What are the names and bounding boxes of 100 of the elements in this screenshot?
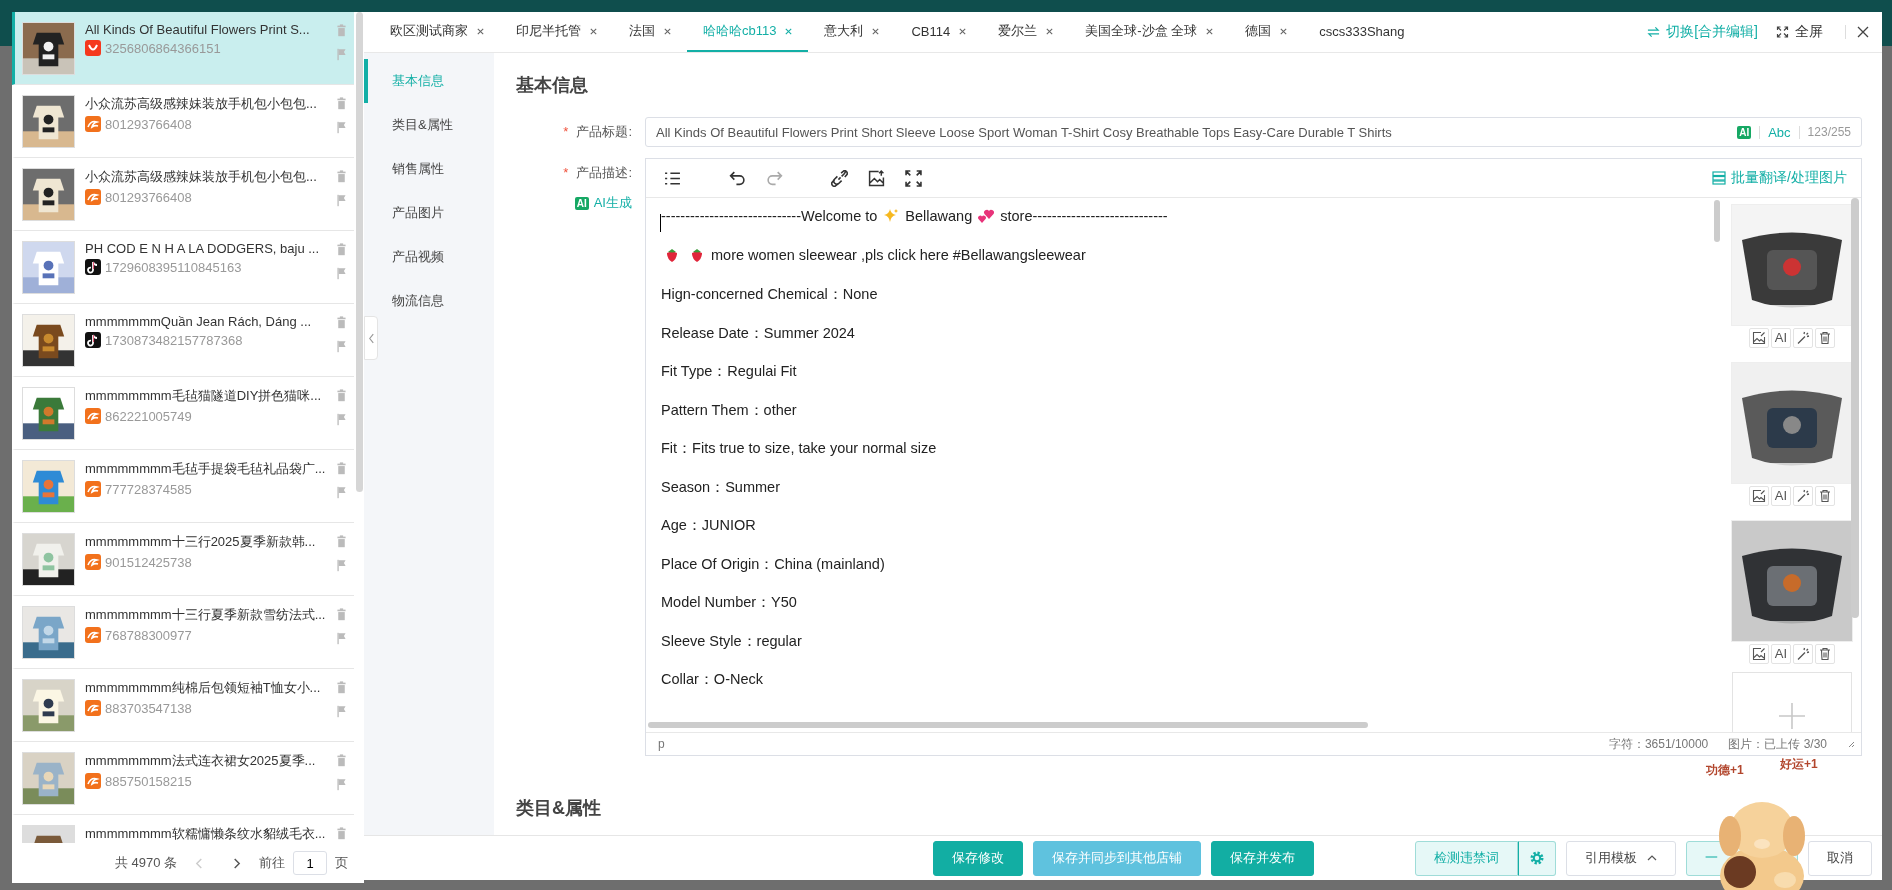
section-nav-item[interactable]: 类目&属性: [364, 103, 494, 147]
ai-button[interactable]: AI: [1770, 486, 1792, 506]
next-page-icon[interactable]: [232, 856, 241, 870]
flag-icon[interactable]: [335, 705, 348, 718]
store-tab[interactable]: 意大利: [808, 12, 896, 52]
scrollbar[interactable]: [648, 722, 1368, 728]
image-edit-icon[interactable]: [1748, 328, 1769, 348]
sticker-text: 功德+1: [1706, 762, 1744, 779]
product-id: 801293766408: [105, 116, 192, 132]
close-icon[interactable]: [1205, 26, 1215, 36]
list-icon[interactable]: [664, 169, 681, 187]
ai-button[interactable]: AI: [1770, 644, 1792, 664]
field-label: 产品标题:: [576, 124, 632, 139]
scrollbar[interactable]: [356, 12, 363, 492]
chevron-left-icon: [367, 332, 375, 344]
scrollbar[interactable]: [1714, 200, 1720, 242]
product-title: All Kinds Of Beautiful Flowers Print S...: [85, 22, 311, 37]
product-list-item[interactable]: 小众流苏高级感辣妹装放手机包小包包... 801293766408: [12, 158, 354, 231]
trash-icon[interactable]: [1815, 328, 1836, 348]
collapse-handle[interactable]: [364, 316, 378, 360]
paragraph-text: Age：JUNIOR: [661, 516, 756, 535]
character-counter: 123/255: [1807, 125, 1851, 139]
flag-icon[interactable]: [335, 48, 348, 61]
close-icon[interactable]: [476, 26, 485, 36]
flag-icon[interactable]: [335, 194, 348, 207]
paragraph-text: Release Date：Summer 2024: [661, 323, 855, 343]
required-mark: *: [563, 124, 569, 139]
resize-grip-icon[interactable]: [1847, 740, 1855, 748]
section-title: 基本信息: [516, 74, 589, 97]
flag-icon[interactable]: [335, 267, 348, 280]
product-list-item[interactable]: mmmmmmmm毛毡手提袋毛毡礼品袋广... 777728374585: [12, 450, 354, 523]
stack-icon: [1712, 171, 1727, 185]
product-list-item[interactable]: PH COD E N H A LA DODGERS, baju ... 1729608395110845163: [12, 231, 354, 304]
music-note-icon: [85, 259, 101, 275]
paragraph-text: Place Of Origin：China (mainland): [661, 554, 885, 574]
product-id: 862221005749: [105, 408, 192, 424]
store-tab[interactable]: 欧区测试商家: [374, 12, 500, 52]
close-icon[interactable]: [958, 26, 968, 36]
undo-icon[interactable]: [729, 169, 746, 187]
store-tab[interactable]: 印尼半托管: [500, 12, 613, 52]
paragraph-text: Pattern Them：other: [661, 400, 797, 420]
store-tab[interactable]: 德国: [1229, 12, 1304, 52]
trash-icon[interactable]: [1815, 644, 1836, 664]
flag-icon[interactable]: [335, 340, 348, 353]
flag-icon[interactable]: [335, 559, 348, 572]
product-list-item[interactable]: mmmmmmmm十三行2025夏季新款韩... 901512425738: [12, 523, 354, 596]
close-icon[interactable]: [871, 26, 881, 36]
magic-wand-icon[interactable]: [1793, 328, 1814, 348]
close-icon[interactable]: [589, 26, 598, 36]
image-upload-icon[interactable]: [868, 169, 885, 187]
cancel-button[interactable]: 取消: [1808, 840, 1872, 876]
flag-icon[interactable]: [335, 632, 348, 645]
template-dropdown[interactable]: 引用模板: [1566, 840, 1676, 876]
store-tab[interactable]: cscs333Shang: [1303, 12, 1420, 52]
product-list-item[interactable]: mmmmmmmm法式连衣裙女2025夏季... 885750158215: [12, 742, 354, 815]
section-nav-item[interactable]: 产品图片: [364, 191, 494, 235]
flag-icon[interactable]: [335, 778, 348, 791]
magic-wand-icon[interactable]: [1793, 486, 1814, 506]
product-list-item[interactable]: 小众流苏高级感辣妹装放手机包小包包... 801293766408: [12, 85, 354, 158]
paragraph-text: Model Number：Y50: [661, 593, 797, 612]
trash-icon[interactable]: [1815, 486, 1836, 506]
product-title: 小众流苏高级感辣妹装放手机包小包包...: [85, 95, 318, 113]
settings-button[interactable]: [1518, 840, 1556, 876]
fullscreen-button[interactable]: 全屏: [1772, 23, 1827, 41]
magic-wand-icon[interactable]: [1793, 644, 1814, 664]
close-icon[interactable]: [663, 26, 672, 36]
image-count: 图片：已上传 3/30: [1728, 735, 1827, 753]
link-icon[interactable]: [831, 169, 848, 187]
product-title: mmmmmmmQuần Jean Rách, Dáng ...: [85, 314, 313, 329]
store-tab[interactable]: 法国: [613, 12, 687, 52]
flag-icon[interactable]: [335, 486, 348, 499]
product-list-item[interactable]: All Kinds Of Beautiful Flowers Print S... 3256806864366151: [12, 12, 354, 85]
ai-button[interactable]: AI: [1770, 328, 1792, 348]
image-edit-icon[interactable]: [1748, 644, 1769, 664]
paragraph-text: Collar：O-Neck: [661, 670, 763, 689]
store-tab[interactable]: CB114: [895, 12, 983, 52]
section-nav-item[interactable]: 产品视频: [364, 235, 494, 279]
product-title: mmmmmmmm十三行2025夏季新款韩...: [85, 533, 317, 551]
store-tab[interactable]: 美国全球-沙盒 全球: [1069, 12, 1230, 52]
redo-icon[interactable]: [766, 169, 783, 187]
close-icon[interactable]: [1279, 26, 1289, 36]
product-list-item[interactable]: mmmmmmmm十三行夏季新款雪纺法式... 768788300977: [12, 596, 354, 669]
page-input[interactable]: 1: [293, 851, 327, 875]
image-edit-icon[interactable]: [1748, 486, 1769, 506]
scrollbar[interactable]: [1851, 198, 1859, 618]
strawberry-icon: [689, 246, 705, 263]
swirl-logo-icon: [85, 116, 101, 132]
product-list-item[interactable]: mmmmmmmm纯棉后包领短袖T恤女小... 883703547138: [12, 669, 354, 742]
product-list-item[interactable]: mmmmmmmm毛毡猫隧道DIY拼色猫咪... 862221005749: [12, 377, 354, 450]
product-title: mmmmmmmm软糯慵懒条纹水貂绒毛衣...: [85, 825, 327, 843]
close-icon[interactable]: [1045, 26, 1055, 36]
section-nav-item[interactable]: 销售属性: [364, 147, 494, 191]
product-list-item[interactable]: mmmmmmmQuần Jean Rách, Dáng ... 1730873482157787368: [12, 304, 354, 377]
section-nav-item[interactable]: 物流信息: [364, 279, 494, 323]
flag-icon[interactable]: [335, 413, 348, 426]
store-tab[interactable]: 爱尔兰: [982, 12, 1070, 52]
expand-icon[interactable]: [905, 169, 922, 187]
paragraph-text: Bellawang: [905, 208, 973, 224]
sticker-text: 好运+1: [1780, 756, 1818, 773]
flag-icon[interactable]: [335, 121, 348, 134]
